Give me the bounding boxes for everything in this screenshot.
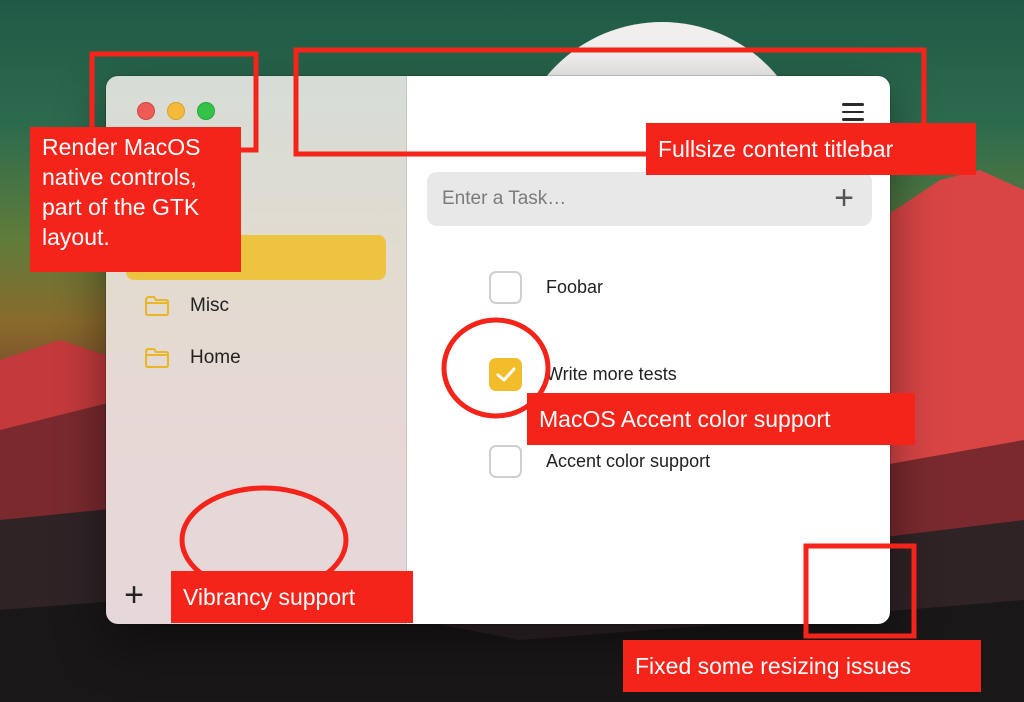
task-item: Accent color support [489, 445, 710, 478]
annotation-titlebar: Fullsize content titlebar [646, 123, 976, 175]
minimize-button[interactable] [167, 102, 185, 120]
task-item: Write more tests [489, 358, 677, 391]
annotation-resizing: Fixed some resizing issues [623, 640, 981, 692]
sidebar-item-label: Home [190, 347, 241, 368]
folder-icon [145, 296, 169, 316]
annotation-vibrancy: Vibrancy support [171, 571, 413, 623]
annotation-native-controls: Render MacOS native controls, part of th… [30, 127, 241, 272]
task-checkbox[interactable] [489, 358, 522, 391]
task-label: Accent color support [546, 451, 711, 471]
folder-icon [145, 348, 169, 368]
sidebar-item-home[interactable]: Home [144, 347, 241, 369]
task-checkbox[interactable] [489, 271, 522, 304]
zoom-button[interactable] [197, 102, 215, 120]
annotation-accent: MacOS Accent color support [527, 393, 915, 445]
task-input[interactable] [427, 172, 872, 226]
window-controls [137, 102, 215, 120]
sidebar-item-label: Misc [190, 295, 230, 316]
checkmark-icon [496, 367, 515, 381]
add-task-button[interactable]: + [830, 181, 858, 215]
task-label: Write more tests [546, 364, 677, 384]
task-checkbox[interactable] [489, 445, 522, 478]
close-button[interactable] [137, 102, 155, 120]
add-list-button[interactable]: + [120, 578, 148, 612]
task-item: Foobar [489, 271, 603, 304]
sidebar-item-misc[interactable]: Misc [144, 295, 229, 317]
task-label: Foobar [546, 277, 604, 297]
hamburger-menu-icon[interactable] [842, 103, 864, 121]
